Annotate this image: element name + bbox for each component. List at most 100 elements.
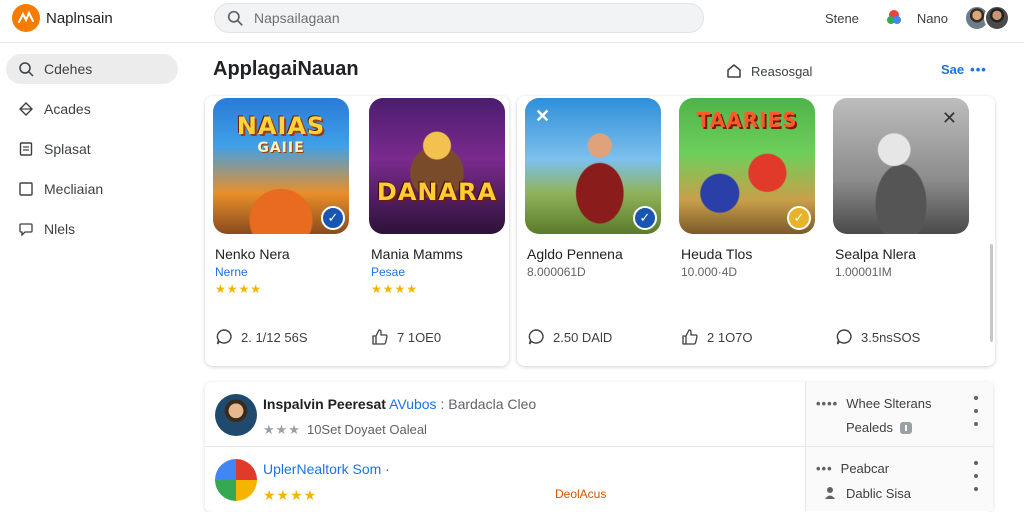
row-action-secondary[interactable]: Pealeds: [846, 420, 913, 435]
logo-icon: [12, 4, 40, 32]
more-options-icon[interactable]: [973, 461, 979, 491]
app-card[interactable]: NAIAS GAIIE ✓ Nenko Nera Nerne ★★★★ 2. 1…: [205, 96, 355, 366]
row-title-link[interactable]: AVubos: [389, 396, 436, 412]
row-action-primary[interactable]: ••• Peabcar: [816, 461, 889, 476]
user-name[interactable]: Nano: [917, 11, 948, 26]
app-name[interactable]: Heuda Tlos: [681, 246, 752, 262]
app-card[interactable]: ✕ Sealpa Nlera 1.00001IM 3.5nsSOS: [825, 96, 975, 366]
star-rating: ★★★★: [215, 282, 263, 296]
verified-badge-icon: ✓: [321, 206, 345, 230]
sidebar: Cdehes Acades Splasat Mecliaian Nlels: [0, 44, 190, 512]
app-title: Naplnsain: [46, 9, 113, 27]
more-dots-icon: •••: [970, 62, 987, 77]
scrollbar[interactable]: [990, 244, 993, 342]
row-actions: •••• Whee Slterans Pealeds: [805, 382, 993, 446]
featured-label: Reasosgal: [751, 63, 813, 79]
top-bar: Naplnsain Stene Nano: [0, 0, 1024, 40]
app-name[interactable]: Nenko Nera: [215, 246, 290, 262]
account-avatars[interactable]: [964, 5, 1010, 31]
art-subtitle: GAIIE: [257, 140, 305, 156]
top-right-controls: Stene Nano: [825, 4, 1010, 32]
swords-icon: ✕: [941, 108, 957, 128]
row-action-link[interactable]: DeolAcus: [555, 487, 606, 501]
star-rating: ★★★: [263, 422, 301, 437]
app-stat: 7 1OE0: [371, 328, 441, 346]
see-more-label: Sae: [941, 62, 965, 77]
dots-icon: •••: [816, 461, 833, 476]
search-icon: [19, 62, 34, 77]
app-carousel: NAIAS GAIIE ✓ Nenko Nera Nerne ★★★★ 2. 1…: [205, 96, 995, 366]
chat-icon: [216, 329, 232, 345]
stat-value: 3.5nsSOS: [861, 329, 921, 345]
app-logo[interactable]: Naplnsain: [12, 4, 113, 32]
art-title: NAIAS: [236, 112, 326, 140]
sidebar-item-label: Mecliaian: [44, 181, 104, 197]
store-link[interactable]: Stene: [825, 11, 859, 26]
app-name[interactable]: Mania Mamms: [371, 246, 463, 262]
app-installs: 10.000·4D: [681, 265, 738, 279]
row-action-label: Peabcar: [840, 461, 890, 476]
app-thumbnail[interactable]: DANARA: [369, 98, 505, 234]
app-stat: 2 1O7O: [681, 328, 753, 346]
app-thumbnail[interactable]: NAIAS GAIIE ✓: [213, 98, 349, 234]
app-stat: 3.5nsSOS: [835, 328, 920, 346]
chat-icon: [528, 329, 544, 345]
sidebar-item-cdehes[interactable]: Cdehes: [6, 54, 178, 84]
avatar[interactable]: [215, 394, 257, 436]
diamond-icon: [19, 102, 33, 116]
app-thumbnail[interactable]: TAARIES ✓: [679, 98, 815, 234]
stat-value: 2.50 DAlD: [553, 329, 613, 345]
star-rating: ★★★★: [263, 487, 318, 503]
sidebar-item-nlels[interactable]: Nlels: [6, 214, 178, 244]
row-action-label: Pealeds: [846, 420, 893, 435]
row-action-secondary[interactable]: Dablic Sisa: [824, 485, 911, 501]
app-thumbnail[interactable]: ✕ ✓: [525, 98, 661, 234]
search-bar[interactable]: [214, 3, 704, 33]
row-meta: ★★★★: [263, 487, 317, 504]
app-stat: 2.50 DAlD: [527, 328, 612, 346]
apps-icon[interactable]: [885, 9, 903, 27]
app-card[interactable]: ✕ ✓ Agldo Pennena 8.000061D 2.50 DAlD: [517, 96, 667, 366]
main-content: ApplagaiNauan Reasosgal Sae ••• NAIAS GA…: [195, 44, 1024, 512]
search-input[interactable]: [254, 10, 654, 26]
dots-icon: ••••: [816, 396, 839, 411]
see-more-button[interactable]: Sae •••: [941, 62, 987, 77]
app-card[interactable]: DANARA Mania Mamms Pesae ★★★★ 7 1OE0: [361, 96, 511, 366]
sidebar-item-label: Nlels: [44, 221, 76, 237]
square-icon: [19, 182, 33, 196]
row-title[interactable]: Inspalvin Peeresat AVubos : Bardacla Cle…: [263, 396, 536, 412]
app-list: Inspalvin Peeresat AVubos : Bardacla Cle…: [205, 382, 993, 512]
row-action-label: Whee Slterans: [846, 396, 932, 411]
featured-tab[interactable]: Reasosgal: [725, 62, 812, 80]
row-action-primary[interactable]: •••• Whee Slterans: [816, 396, 931, 411]
app-stat: 2. 1/12 56S: [215, 328, 308, 346]
sidebar-item-acades[interactable]: Acades: [6, 94, 178, 124]
app-icon[interactable]: [215, 459, 257, 501]
more-options-icon[interactable]: [973, 396, 979, 426]
divider: [0, 42, 1024, 43]
art-title: TAARIES: [696, 108, 798, 132]
home-icon: [727, 64, 741, 78]
app-developer[interactable]: Nerne: [215, 265, 248, 279]
app-installs: 8.000061D: [527, 265, 586, 279]
row-title[interactable]: UplerNealtork Som ·: [263, 461, 390, 477]
row-title-link[interactable]: UplerNealtork Som: [263, 461, 381, 477]
app-card[interactable]: TAARIES ✓ Heuda Tlos 10.000·4D 2 1O7O: [671, 96, 821, 366]
user-icon: [825, 487, 835, 499]
thumbs-up-icon: [372, 329, 388, 345]
sidebar-item-mecliaian[interactable]: Mecliaian: [6, 174, 178, 204]
chat-icon: [836, 329, 852, 345]
list-item[interactable]: Inspalvin Peeresat AVubos : Bardacla Cle…: [205, 382, 993, 447]
app-name[interactable]: Agldo Pennena: [527, 246, 623, 262]
close-icon: ✕: [535, 106, 551, 126]
sidebar-item-splasat[interactable]: Splasat: [6, 134, 178, 164]
section-title: ApplagaiNauan: [213, 58, 359, 80]
app-name[interactable]: Sealpa Nlera: [835, 246, 916, 262]
avatar[interactable]: [984, 5, 1010, 31]
app-developer[interactable]: Pesae: [371, 265, 405, 279]
list-item[interactable]: UplerNealtork Som · ★★★★ DeolAcus ••• Pe…: [205, 447, 993, 511]
game-art: [369, 98, 505, 234]
app-thumbnail[interactable]: ✕: [833, 98, 969, 234]
verified-badge-icon: ✓: [787, 206, 811, 230]
row-title-rest: ·: [385, 461, 390, 477]
